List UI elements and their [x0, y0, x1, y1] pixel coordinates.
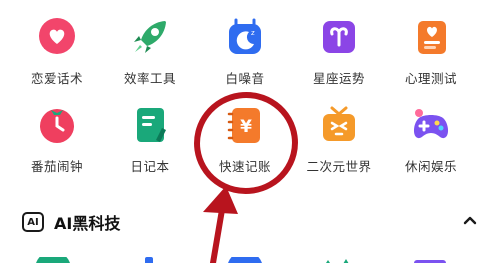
app-tomato-clock[interactable]: 番茄闹钟: [12, 104, 102, 175]
app-label: 快速记账: [218, 159, 271, 174]
ledger-yuan-icon: ¥: [224, 104, 266, 146]
heart-chat-icon: [36, 16, 78, 58]
app-label: 休闲娱乐: [404, 159, 457, 174]
app-label: 日记本: [130, 159, 170, 174]
partial-app-icon[interactable]: [33, 251, 73, 263]
chevron-up-icon[interactable]: [462, 212, 478, 226]
app-white-noise[interactable]: z 白噪音: [200, 16, 290, 87]
partial-app-icon[interactable]: [131, 254, 167, 263]
app-label: 星座运势: [312, 71, 365, 86]
partial-app-icon[interactable]: [225, 251, 265, 263]
app-label: 恋爱话术: [30, 71, 83, 86]
svg-text:z: z: [251, 29, 255, 37]
clipboard-heart-icon: [410, 16, 452, 58]
app-quick-ledger[interactable]: ¥ 快速记账: [200, 104, 290, 175]
gamepad-icon: [410, 104, 452, 146]
app-efficiency-tools[interactable]: 效率工具: [105, 16, 195, 87]
app-diary[interactable]: 日记本: [105, 104, 195, 175]
app-label: 白噪音: [225, 71, 265, 86]
rocket-icon: [129, 16, 171, 58]
partial-app-icon[interactable]: [318, 254, 358, 263]
app-label: 心理测试: [404, 71, 457, 86]
anime-tv-icon: [318, 104, 360, 146]
app-label: 番茄闹钟: [30, 159, 83, 174]
app-psych-test[interactable]: 心理测试: [386, 16, 476, 87]
diary-icon: [129, 104, 171, 146]
section-header-ai: AI AI黑科技: [22, 210, 120, 234]
app-love-talk[interactable]: 恋爱话术: [12, 16, 102, 87]
svg-text:¥: ¥: [240, 117, 252, 137]
app-horoscope[interactable]: 星座运势: [294, 16, 384, 87]
aries-icon: [318, 16, 360, 58]
app-label: 效率工具: [123, 71, 176, 86]
moon-sleep-icon: z: [224, 16, 266, 58]
tomato-clock-icon: [36, 104, 78, 146]
partial-app-icon[interactable]: [412, 254, 448, 263]
section-title: AI黑科技: [54, 214, 121, 233]
app-label: 二次元世界: [306, 159, 372, 174]
app-leisure[interactable]: 休闲娱乐: [386, 104, 476, 175]
ai-badge-icon: AI: [22, 212, 44, 232]
app-anime-world[interactable]: 二次元世界: [294, 104, 384, 175]
